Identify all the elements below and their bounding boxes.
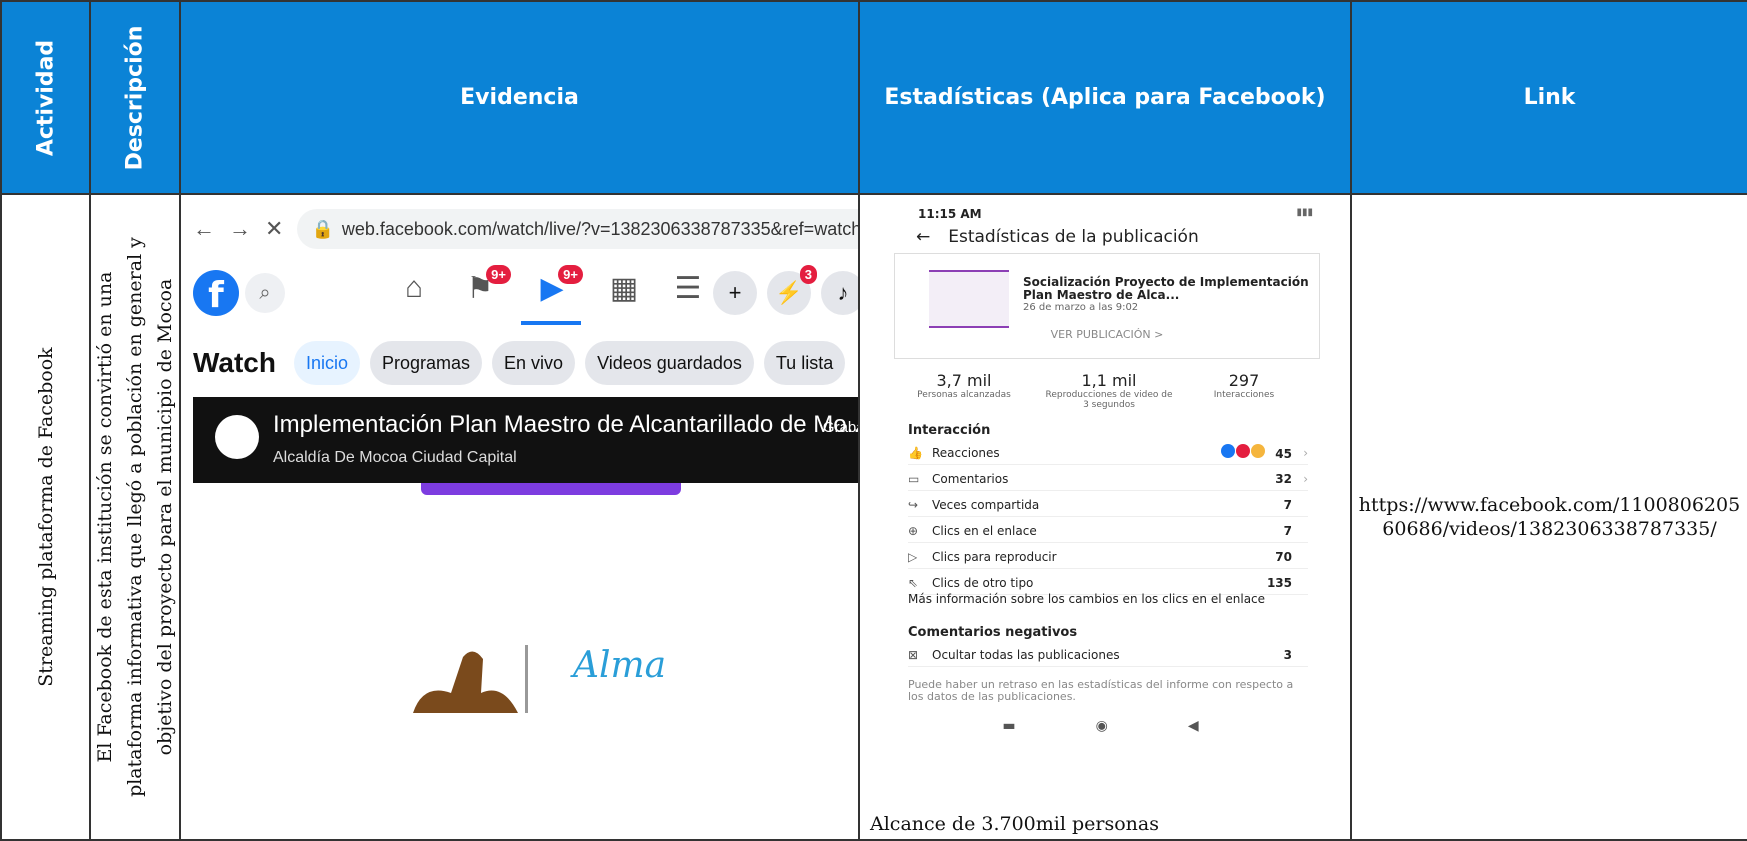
- tab-programas[interactable]: Programas: [370, 341, 483, 385]
- header-row: Actividad Descripción Evidencia Estadíst…: [0, 0, 1747, 195]
- link-cell: https://www.facebook.com/110080620560686…: [1350, 193, 1747, 841]
- marketplace-icon[interactable]: ▦: [599, 271, 649, 306]
- channel-avatar[interactable]: [215, 415, 259, 459]
- active-tab-indicator: [521, 321, 581, 325]
- header-link: Link: [1350, 0, 1747, 195]
- url-text: web.facebook.com/watch/live/?v=138230633…: [341, 218, 859, 239]
- alma-logo-text: Alma: [573, 645, 667, 686]
- facebook-watch-screenshot: ← → ✕ 🔒 web.facebook.com/watch/live/?v=1…: [193, 196, 859, 838]
- lock-icon: 🔒: [311, 218, 334, 239]
- post-date: 26 de marzo a las 9:02: [1023, 302, 1139, 313]
- browser-toolbar: ← → ✕ 🔒 web.facebook.com/watch/live/?v=1…: [193, 209, 859, 249]
- live-video-title[interactable]: Implementación Plan Maestro de Alcantari…: [273, 411, 857, 439]
- stat-row-comentarios[interactable]: ▭ Comentarios 32 ›: [908, 467, 1308, 491]
- watch-badge: 9+: [486, 265, 511, 284]
- tab-inicio[interactable]: Inicio: [293, 341, 360, 385]
- comment-icon: ▭: [908, 471, 920, 486]
- live-video-header: Implementación Plan Maestro de Alcantari…: [193, 397, 857, 483]
- reaction-icons: [1221, 444, 1266, 458]
- evidencia-cell: ← → ✕ 🔒 web.facebook.com/watch/live/?v=1…: [179, 193, 860, 841]
- watch-tabs: Watch Inicio Programas En vivo Videos gu…: [193, 339, 857, 387]
- live-badge: 9+: [558, 265, 583, 284]
- stat-row-reacciones[interactable]: 👍 Reacciones 45 ›: [908, 441, 1308, 465]
- tab-videos-guardados[interactable]: Videos guardados: [585, 341, 754, 385]
- tab-en-vivo[interactable]: En vivo: [492, 341, 576, 385]
- metric-interactions: 297 Interacciones: [1213, 371, 1275, 400]
- reach-caption: Alcance de 3.700mil personas: [870, 813, 1159, 835]
- negative-comments-title: Comentarios negativos: [908, 625, 1078, 640]
- descripcion-text: El Facebook de esta institución se convi…: [94, 237, 176, 797]
- messenger-icon[interactable]: ⚡ 3: [767, 265, 817, 315]
- recorded-live-tag: Grabado en vivo: [822, 419, 857, 436]
- back-button-icon[interactable]: ◀: [1188, 718, 1199, 734]
- live-nav-icon[interactable]: ▶ 9+: [527, 265, 583, 306]
- search-icon[interactable]: ⌕: [245, 273, 285, 313]
- watch-nav-icon[interactable]: ⚑ 9+: [455, 265, 511, 306]
- chevron-right-icon: ›: [1303, 471, 1308, 486]
- like-icon: 👍: [908, 445, 923, 460]
- home-button-icon[interactable]: ◉: [1096, 718, 1108, 734]
- interaction-title: Interacción: [908, 423, 991, 438]
- globe-icon: ⊕: [908, 523, 919, 538]
- messenger-badge: 3: [799, 265, 817, 284]
- video-link[interactable]: https://www.facebook.com/110080620560686…: [1359, 494, 1740, 540]
- stat-row-clics-enlace: ⊕ Clics en el enlace 7: [908, 519, 1308, 543]
- chevron-right-icon: ›: [1303, 445, 1308, 460]
- status-time: 11:15 AM: [918, 207, 982, 221]
- header-estadisticas: Estadísticas (Aplica para Facebook): [858, 0, 1352, 195]
- eagle-logo-icon: [413, 645, 528, 713]
- more-info-link[interactable]: Más información sobre los cambios en los…: [908, 593, 1308, 605]
- forward-arrow-icon[interactable]: →: [229, 216, 251, 242]
- tab-tu-lista[interactable]: Tu lista: [763, 341, 846, 385]
- android-navbar: ▬ ◉ ◀: [878, 711, 1323, 741]
- post-title: Socialización Proyecto de Implementación…: [1023, 275, 1309, 302]
- post-stats-screenshot: 11:15 AM ▮▮▮ ← Estadísticas de la public…: [878, 201, 1323, 821]
- facebook-logo-icon[interactable]: f: [193, 270, 239, 316]
- activity-row: Streaming plataforma de Facebook El Face…: [0, 193, 1747, 841]
- actividad-text: Streaming plataforma de Facebook: [34, 347, 57, 687]
- stats-header: ← Estadísticas de la publicación: [916, 227, 1199, 247]
- post-card[interactable]: Socialización Proyecto de Implementación…: [894, 253, 1320, 359]
- header-actividad: Actividad: [0, 0, 91, 195]
- metric-reach: 3,7 mil Personas alcanzadas: [917, 371, 1011, 400]
- share-icon: ↪: [908, 497, 919, 512]
- summary-metrics: 3,7 mil Personas alcanzadas 1,1 mil Repr…: [894, 371, 1320, 415]
- back-arrow-icon[interactable]: ←: [916, 227, 930, 247]
- header-descripcion: Descripción: [89, 0, 181, 195]
- estadisticas-cell: 11:15 AM ▮▮▮ ← Estadísticas de la public…: [858, 193, 1352, 841]
- view-post-link[interactable]: VER PUBLICACIÓN >: [895, 328, 1319, 341]
- header-evidencia: Evidencia: [179, 0, 860, 195]
- plus-icon[interactable]: +: [713, 271, 757, 315]
- cursor-icon: ⇖: [908, 575, 919, 590]
- report-table: Actividad Descripción Evidencia Estadíst…: [0, 0, 1747, 841]
- stats-delay-note: Puede haber un retraso en las estadístic…: [908, 678, 1294, 703]
- play-icon: ▷: [908, 549, 918, 564]
- video-frame-accent: [421, 483, 681, 495]
- metric-plays: 1,1 mil Reproducciones de video de 3 seg…: [1045, 371, 1173, 410]
- facebook-navbar: f ⌕ ⌂ ⚑ 9+ ▶ 9+ ▦ ☰ + ⚡ 3 ♪: [193, 257, 857, 329]
- home-icon[interactable]: ⌂: [389, 271, 439, 305]
- stat-row-clics-reproducir: ▷ Clics para reproducir 70: [908, 545, 1308, 569]
- watch-title: Watch: [193, 347, 276, 378]
- close-icon[interactable]: ✕: [265, 216, 283, 242]
- hide-icon: ⊠: [908, 647, 919, 662]
- live-channel-name[interactable]: Alcaldía De Mocoa Ciudad Capital: [273, 449, 517, 467]
- video-logo: Alma: [403, 635, 667, 715]
- post-thumbnail: [929, 270, 1009, 328]
- battery-icon: ▮▮▮: [1296, 207, 1313, 218]
- address-bar[interactable]: 🔒 web.facebook.com/watch/live/?v=1382306…: [297, 209, 859, 249]
- actividad-cell: Streaming plataforma de Facebook: [0, 193, 91, 841]
- stat-row-ocultar: ⊠ Ocultar todas las publicaciones 3: [908, 643, 1308, 667]
- bell-icon[interactable]: ♪: [821, 271, 857, 315]
- descripcion-cell: El Facebook de esta institución se convi…: [89, 193, 181, 841]
- recent-apps-icon[interactable]: ▬: [1002, 718, 1015, 734]
- back-arrow-icon[interactable]: ←: [193, 216, 215, 242]
- stat-row-compartida: ↪ Veces compartida 7: [908, 493, 1308, 517]
- menu-icon[interactable]: ☰: [663, 271, 713, 306]
- stats-screen-title: Estadísticas de la publicación: [948, 227, 1199, 247]
